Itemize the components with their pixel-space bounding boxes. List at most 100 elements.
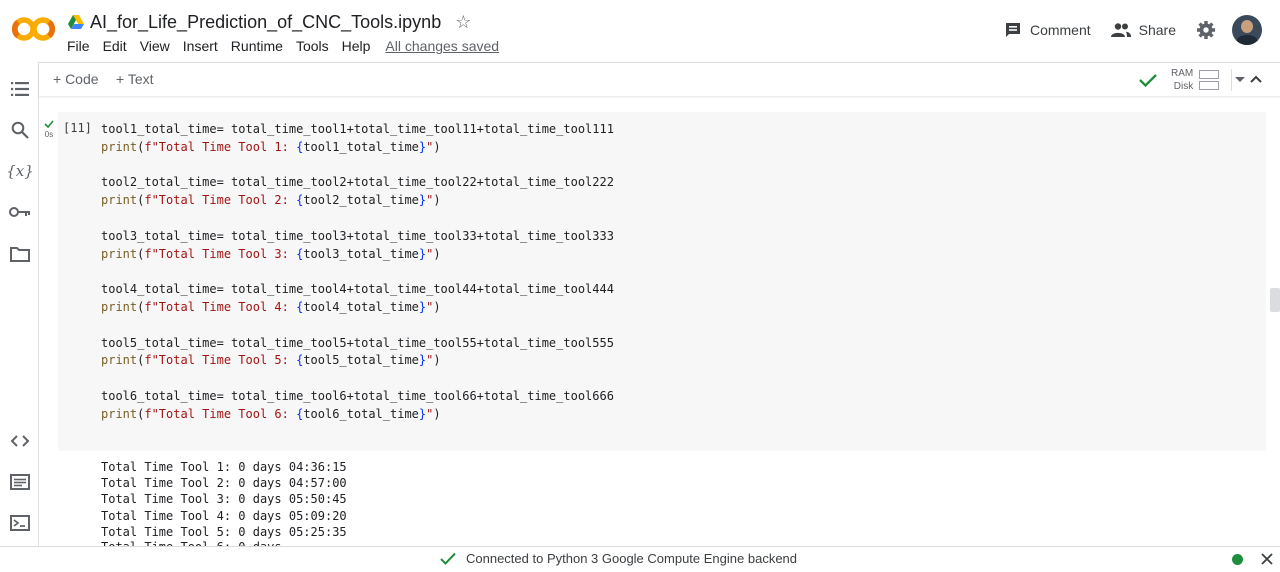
cell-output: Total Time Tool 1: 0 days 04:36:15 Total … bbox=[101, 459, 347, 540]
left-sidebar: {x} bbox=[0, 62, 39, 546]
code-line: tool3_total_time= total_time_tool3+total… bbox=[101, 228, 614, 246]
code-print-fn: print bbox=[101, 299, 138, 314]
menu-edit[interactable]: Edit bbox=[103, 38, 127, 54]
header-actions: Comment Share bbox=[984, 14, 1262, 46]
code-snippets-icon[interactable] bbox=[9, 430, 31, 452]
chevron-down-icon[interactable] bbox=[1235, 77, 1246, 83]
resources-indicator[interactable]: RAM Disk bbox=[1139, 65, 1246, 95]
menu-bar: File Edit View Insert Runtime Tools Help… bbox=[67, 38, 512, 54]
code-line: tool2_total_time= total_time_tool2+total… bbox=[101, 174, 614, 192]
code-print-fn: print bbox=[101, 193, 138, 208]
code-assignment: tool3_total_time= total_time_tool3+total… bbox=[101, 228, 614, 243]
share-button[interactable]: Share bbox=[1110, 22, 1176, 38]
key-icon[interactable] bbox=[9, 201, 31, 223]
code-line: print(f"Total Time Tool 6: {tool6_total_… bbox=[101, 406, 614, 424]
code-editor[interactable]: tool1_total_time= total_time_tool1+total… bbox=[101, 121, 614, 424]
save-status-link[interactable]: All changes saved bbox=[385, 38, 499, 54]
disk-label: Disk bbox=[1173, 81, 1194, 92]
notebook-toolbar: + Code + Text RAM Disk bbox=[39, 62, 1280, 96]
check-icon bbox=[440, 552, 456, 565]
comment-icon bbox=[1005, 23, 1020, 37]
code-assignment: tool2_total_time= total_time_tool2+total… bbox=[101, 175, 614, 190]
terminal-icon[interactable] bbox=[9, 512, 31, 534]
code-line: tool1_total_time= total_time_tool1+total… bbox=[101, 121, 614, 139]
code-variable: tool2_total_time bbox=[303, 193, 419, 208]
star-icon[interactable]: ☆ bbox=[455, 12, 471, 33]
scrollbar[interactable] bbox=[1270, 288, 1280, 312]
cell-run-status[interactable]: 0s bbox=[42, 120, 56, 139]
execution-count: [11] bbox=[63, 121, 92, 135]
people-icon bbox=[1110, 23, 1131, 37]
user-avatar[interactable] bbox=[1232, 15, 1262, 45]
menu-insert[interactable]: Insert bbox=[183, 38, 218, 54]
code-print-fn: print bbox=[101, 353, 138, 368]
add-code-button[interactable]: + Code bbox=[53, 71, 99, 87]
code-assignment: tool5_total_time= total_time_tool5+total… bbox=[101, 335, 614, 350]
code-string: f"Total Time Tool 3: bbox=[144, 246, 297, 261]
check-icon bbox=[44, 120, 54, 129]
gear-icon[interactable] bbox=[1196, 20, 1216, 40]
comment-label: Comment bbox=[1029, 22, 1091, 38]
code-string: f"Total Time Tool 5: bbox=[144, 353, 297, 368]
connection-status[interactable]: Connected to Python 3 Google Compute Eng… bbox=[466, 551, 797, 566]
code-line: print(f"Total Time Tool 5: {tool5_total_… bbox=[101, 352, 614, 370]
code-paren: ) bbox=[433, 353, 441, 368]
code-string: f"Total Time Tool 2: bbox=[144, 193, 297, 208]
code-string: f"Total Time Tool 1: bbox=[144, 139, 297, 154]
notebook-title[interactable]: AI_for_Life_Prediction_of_CNC_Tools.ipyn… bbox=[90, 12, 441, 33]
top-bar: AI_for_Life_Prediction_of_CNC_Tools.ipyn… bbox=[0, 0, 1280, 62]
code-line: tool6_total_time= total_time_tool6+total… bbox=[101, 388, 614, 406]
toolbar-divider bbox=[1231, 69, 1232, 91]
output-line: Total Time Tool 2: 0 days 04:57:00 bbox=[101, 476, 347, 491]
output-line: Total Time Tool 1: 0 days 04:36:15 bbox=[101, 460, 347, 474]
output-line: Total Time Tool 5: 0 days 05:25:35 bbox=[101, 524, 347, 539]
disk-bar bbox=[1199, 81, 1220, 90]
resource-labels: RAM Disk bbox=[1171, 67, 1193, 93]
run-time: 0s bbox=[44, 130, 54, 139]
variables-icon[interactable]: {x} bbox=[6, 160, 34, 182]
close-icon[interactable] bbox=[1259, 551, 1275, 567]
command-palette-icon[interactable] bbox=[9, 471, 31, 493]
code-line: print(f"Total Time Tool 2: {tool2_total_… bbox=[101, 192, 614, 210]
folder-icon[interactable] bbox=[9, 243, 31, 265]
add-text-button[interactable]: + Text bbox=[116, 71, 154, 87]
ram-label: RAM bbox=[1171, 68, 1194, 79]
check-icon bbox=[1139, 74, 1157, 87]
code-line: print(f"Total Time Tool 4: {tool4_total_… bbox=[101, 299, 614, 317]
menu-tools[interactable]: Tools bbox=[296, 38, 329, 54]
code-paren: ) bbox=[433, 299, 441, 314]
ram-bar bbox=[1199, 70, 1220, 79]
code-print-fn: print bbox=[101, 246, 138, 261]
code-paren: ) bbox=[433, 139, 441, 154]
code-variable: tool6_total_time bbox=[303, 406, 419, 421]
code-assignment: tool4_total_time= total_time_tool4+total… bbox=[101, 282, 614, 297]
code-paren: ) bbox=[433, 246, 441, 261]
chevron-up-icon[interactable] bbox=[1249, 71, 1263, 87]
code-variable: tool1_total_time bbox=[303, 139, 419, 154]
menu-file[interactable]: File bbox=[67, 38, 90, 54]
share-label: Share bbox=[1138, 22, 1176, 38]
resource-bars bbox=[1199, 68, 1220, 92]
google-drive-icon bbox=[68, 15, 84, 29]
comment-button[interactable]: Comment bbox=[1004, 21, 1091, 39]
code-string: f"Total Time Tool 6: bbox=[144, 406, 297, 421]
status-bar: Connected to Python 3 Google Compute Eng… bbox=[0, 546, 1280, 572]
menu-view[interactable]: View bbox=[140, 38, 170, 54]
colab-logo[interactable] bbox=[12, 14, 56, 44]
code-line: print(f"Total Time Tool 3: {tool3_total_… bbox=[101, 246, 614, 264]
code-line: print(f"Total Time Tool 1: {tool1_total_… bbox=[101, 139, 614, 157]
code-print-fn: print bbox=[101, 406, 138, 421]
code-line: tool5_total_time= total_time_tool5+total… bbox=[101, 335, 614, 353]
code-variable: tool4_total_time bbox=[303, 299, 419, 314]
code-line: tool4_total_time= total_time_tool4+total… bbox=[101, 281, 614, 299]
menu-runtime[interactable]: Runtime bbox=[231, 38, 283, 54]
code-variable: tool3_total_time bbox=[303, 246, 419, 261]
code-print-fn: print bbox=[101, 139, 138, 154]
menu-help[interactable]: Help bbox=[342, 38, 371, 54]
search-icon[interactable] bbox=[9, 119, 31, 141]
table-of-contents-icon[interactable] bbox=[9, 78, 31, 100]
